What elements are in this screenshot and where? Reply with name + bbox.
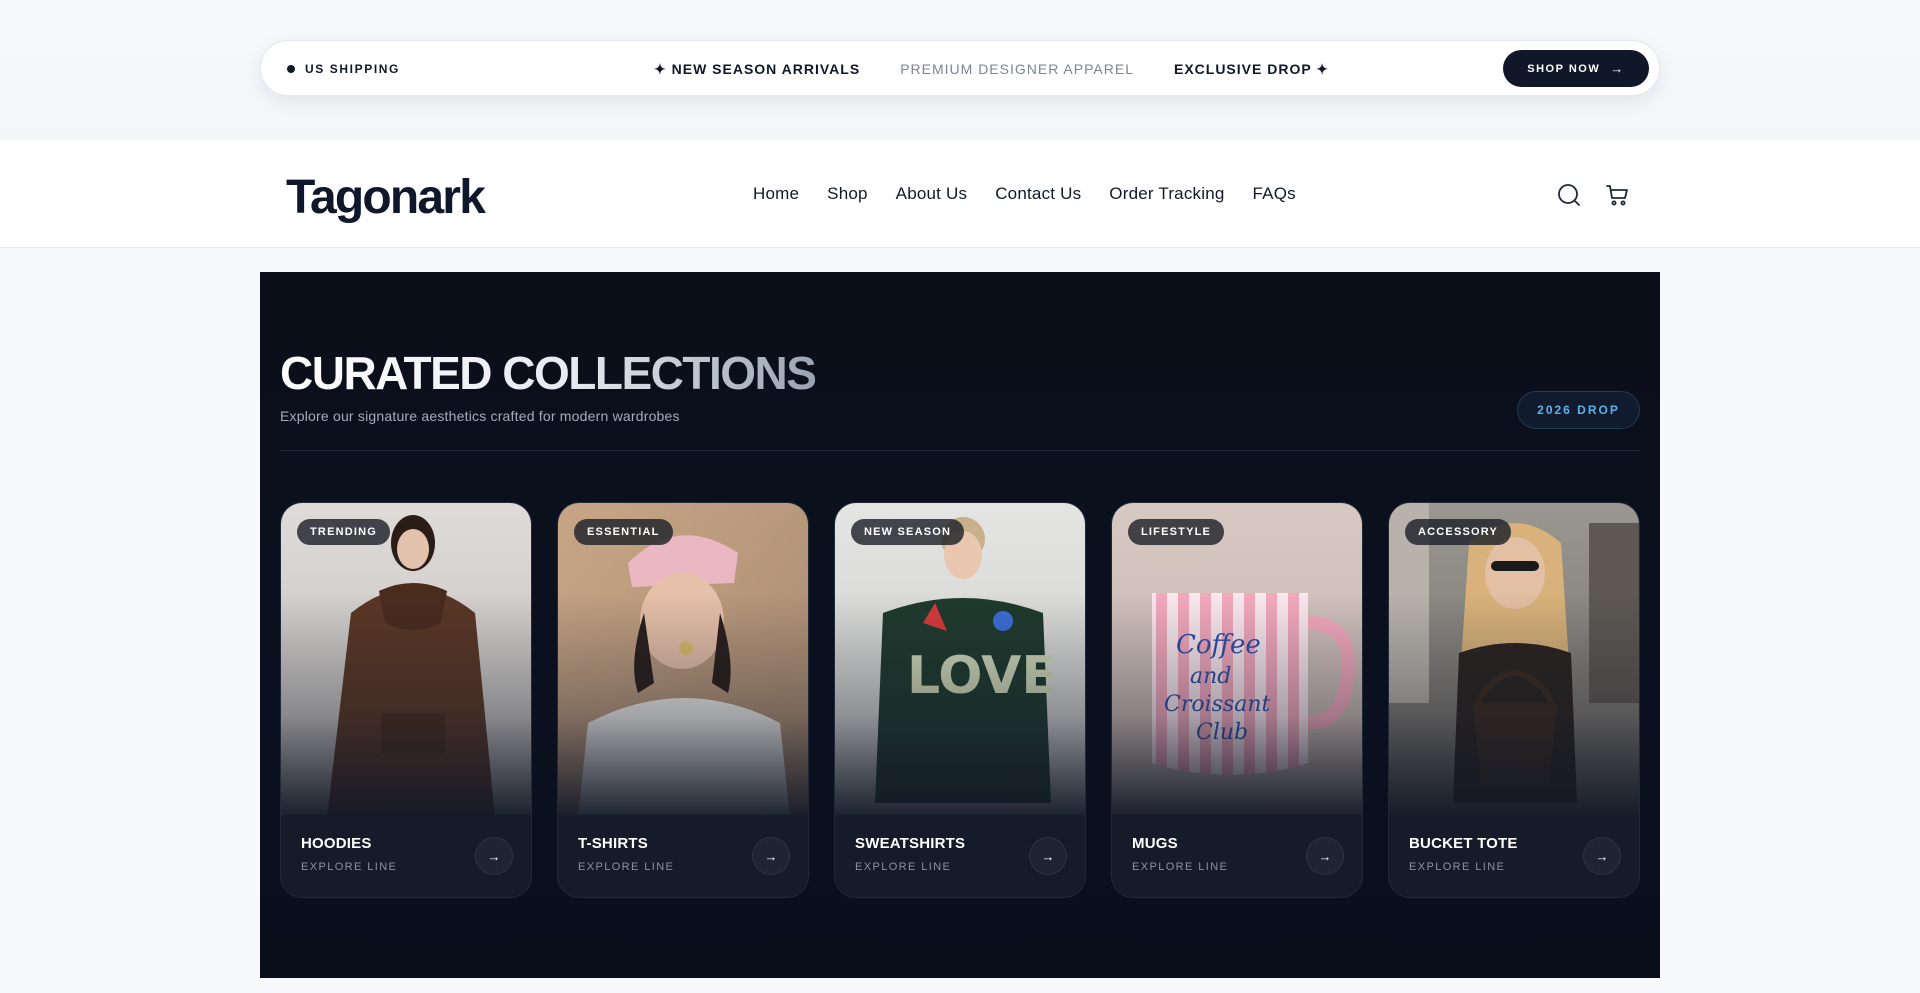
search-icon[interactable] [1556, 182, 1582, 208]
card-subtitle: EXPLORE LINE [301, 861, 398, 873]
card-tag: NEW SEASON [851, 519, 965, 545]
shop-now-label: SHOP NOW [1527, 62, 1601, 75]
mugs-image: Coffee and Croissant Club [1112, 503, 1362, 817]
section-title: CURATED COLLECTIONS [280, 347, 817, 399]
arrow-right-icon[interactable]: → [1583, 837, 1621, 875]
collection-cards: TRENDING HOODIES EXPLORE LINE → ESSENTIA… [280, 502, 1640, 898]
card-title: T-SHIRTS [578, 835, 648, 852]
sweatshirts-image: LOVE [835, 503, 1085, 817]
announcement-ticker: ✦ NEW SEASON ARRIVALS PREMIUM DESIGNER A… [654, 41, 1329, 97]
card-title: SWEATSHIRTS [855, 835, 966, 852]
svg-text:Club: Club [1196, 720, 1248, 745]
card-footer: MUGS EXPLORE LINE → [1112, 815, 1362, 897]
arrow-right-icon[interactable]: → [1029, 837, 1067, 875]
ticker-item-exclusive: EXCLUSIVE DROP ✦ [1173, 60, 1330, 77]
svg-text:LOVE: LOVE [907, 646, 1057, 706]
announcement-bar: US SHIPPING ✦ NEW SEASON ARRIVALS PREMIU… [260, 40, 1660, 96]
card-tag: ESSENTIAL [574, 519, 673, 545]
collection-card-bucket-tote[interactable]: ACCESSORY BUCKET TOTE EXPLORE LINE → [1388, 502, 1640, 898]
nav-item-contact-us[interactable]: Contact Us [995, 184, 1081, 204]
arrow-right-icon: → [1610, 61, 1625, 76]
card-footer: BUCKET TOTE EXPLORE LINE → [1389, 815, 1639, 897]
curated-collections-section: CURATED COLLECTIONS Explore our signatur… [260, 272, 1660, 978]
ticker-item-premium: PREMIUM DESIGNER APPAREL [900, 61, 1134, 77]
card-subtitle: EXPLORE LINE [1132, 861, 1229, 873]
nav-item-shop[interactable]: Shop [827, 184, 868, 204]
card-subtitle: EXPLORE LINE [855, 861, 952, 873]
nav-item-faqs[interactable]: FAQs [1253, 184, 1296, 204]
nav-item-order-tracking[interactable]: Order Tracking [1109, 184, 1224, 204]
card-title: BUCKET TOTE [1409, 835, 1518, 852]
card-footer: HOODIES EXPLORE LINE → [281, 815, 531, 897]
logo[interactable]: Tagonark [286, 174, 486, 222]
card-footer: T-SHIRTS EXPLORE LINE → [558, 815, 808, 897]
shipping-indicator: US SHIPPING [287, 41, 400, 97]
bucket-tote-image [1389, 503, 1639, 817]
card-tag: TRENDING [297, 519, 391, 545]
arrow-right-icon[interactable]: → [752, 837, 790, 875]
section-divider [280, 450, 1640, 451]
ticker-item-new-season: ✦ NEW SEASON ARRIVALS [654, 60, 861, 77]
shop-now-button[interactable]: SHOP NOW → [1503, 50, 1649, 87]
card-title: MUGS [1132, 835, 1178, 852]
arrow-right-icon[interactable]: → [1306, 837, 1344, 875]
drop-badge: 2026 DROP [1517, 391, 1640, 429]
cart-icon[interactable] [1604, 182, 1630, 208]
shipping-label: US SHIPPING [305, 62, 400, 76]
collection-card-sweatshirts[interactable]: LOVE NEW SEASON SWEATSHIRTS EXPLORE LINE… [834, 502, 1086, 898]
arrow-right-icon[interactable]: → [475, 837, 513, 875]
main-nav: Home Shop About Us Contact Us Order Trac… [753, 140, 1296, 248]
collection-card-t-shirts[interactable]: ESSENTIAL T-SHIRTS EXPLORE LINE → [557, 502, 809, 898]
nav-item-about-us[interactable]: About Us [896, 184, 968, 204]
card-footer: SWEATSHIRTS EXPLORE LINE → [835, 815, 1085, 897]
collection-card-hoodies[interactable]: TRENDING HOODIES EXPLORE LINE → [280, 502, 532, 898]
announcement-zone: US SHIPPING ✦ NEW SEASON ARRIVALS PREMIU… [0, 0, 1920, 140]
card-title: HOODIES [301, 835, 372, 852]
site-header: Tagonark Home Shop About Us Contact Us O… [0, 140, 1920, 248]
t-shirts-image [558, 503, 808, 817]
hoodies-image [281, 503, 531, 817]
svg-text:and: and [1190, 664, 1231, 689]
card-tag: LIFESTYLE [1128, 519, 1225, 545]
card-subtitle: EXPLORE LINE [578, 861, 675, 873]
status-dot-icon [287, 65, 295, 73]
card-tag: ACCESSORY [1405, 519, 1512, 545]
section-subtitle: Explore our signature aesthetics crafted… [280, 408, 680, 424]
svg-text:Coffee: Coffee [1176, 630, 1261, 660]
card-subtitle: EXPLORE LINE [1409, 861, 1506, 873]
collection-card-mugs[interactable]: Coffee and Croissant Club LIFESTYLE MUGS… [1111, 502, 1363, 898]
nav-item-home[interactable]: Home [753, 184, 799, 204]
svg-text:Croissant: Croissant [1164, 692, 1270, 717]
